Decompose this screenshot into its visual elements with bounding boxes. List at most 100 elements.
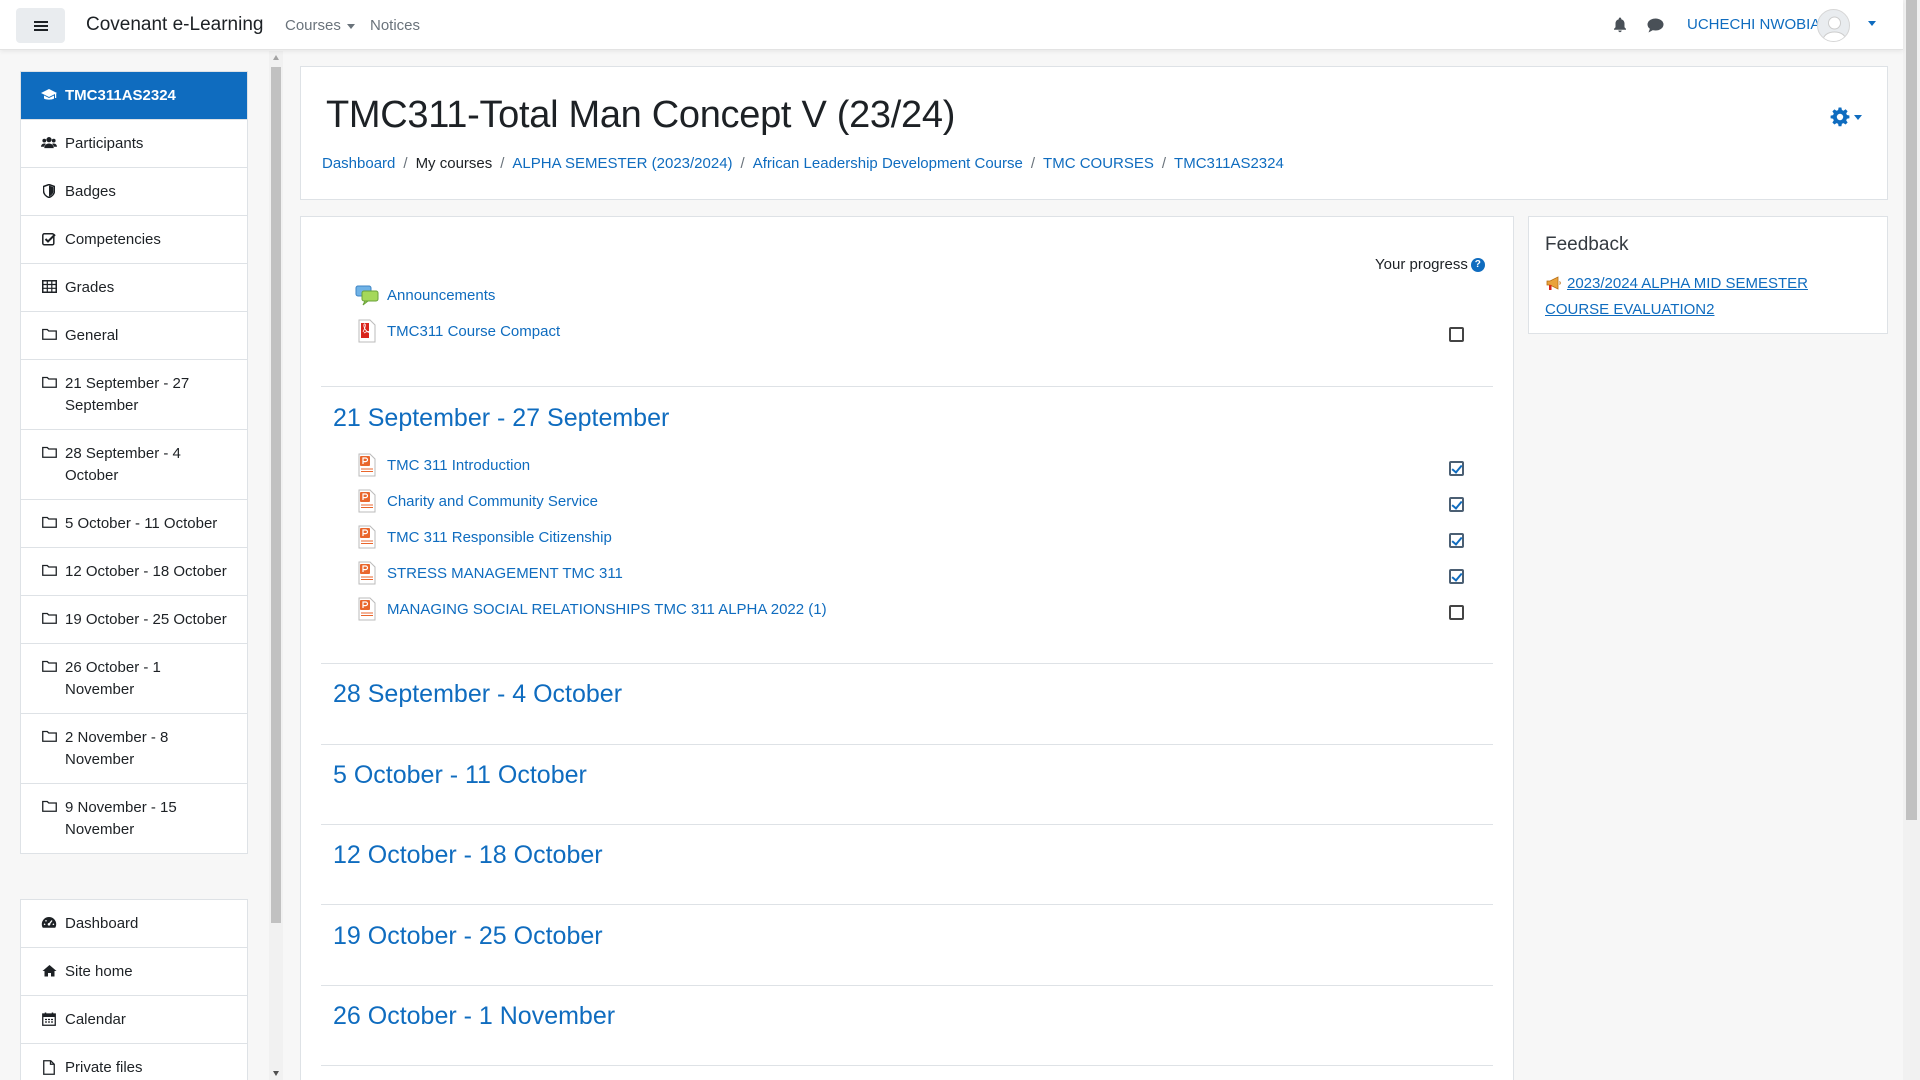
section-divider <box>321 824 1493 825</box>
activity-link[interactable]: TMC 311 Introduction <box>387 457 530 474</box>
activity-citizenship[interactable]: TMC 311 Responsible Citizenship <box>355 525 612 549</box>
drawer-item-calendar[interactable]: Calendar <box>21 996 247 1044</box>
folder-icon <box>41 800 57 812</box>
drawer-item-section-3[interactable]: 5 October - 11 October <box>21 500 247 548</box>
section-divider <box>321 904 1493 905</box>
messages-chat-icon[interactable] <box>1647 18 1664 37</box>
gear-icon <box>1830 107 1850 127</box>
completion-checkbox-charity[interactable] <box>1449 497 1464 512</box>
forum-icon <box>355 283 379 307</box>
completion-checkbox-social-relationships[interactable] <box>1449 605 1464 620</box>
drawer-toggle-button[interactable] <box>16 8 65 43</box>
breadcrumb-aldc[interactable]: African Leadership Development Course <box>753 155 1023 172</box>
notices-link[interactable]: Notices <box>370 17 420 34</box>
your-progress: Your progress ? <box>1375 256 1485 273</box>
home-icon <box>41 964 57 977</box>
completion-checkbox-course-compact[interactable] <box>1449 327 1464 342</box>
drawer-item-grades[interactable]: Grades <box>21 264 247 312</box>
course-actions-menu[interactable] <box>1830 107 1862 127</box>
activity-link[interactable]: TMC 311 Responsible Citizenship <box>387 529 612 546</box>
breadcrumb-separator: / <box>1161 155 1167 172</box>
check-square-icon <box>41 232 57 246</box>
user-menu-chevron-icon[interactable] <box>1868 21 1876 26</box>
drawer-scrollbar[interactable] <box>269 51 283 1080</box>
feedback-evaluation-link[interactable]: 2023/2024 ALPHA MID SEMESTER COURSE EVAL… <box>1545 275 1808 318</box>
activity-announcements[interactable]: Announcements <box>355 283 495 307</box>
activity-link[interactable]: Charity and Community Service <box>387 493 598 510</box>
breadcrumb-tmc-courses[interactable]: TMC COURSES <box>1043 155 1154 172</box>
drawer-item-label: Dashboard <box>65 915 139 932</box>
section-title-1[interactable]: 21 September - 27 September <box>333 404 669 433</box>
section-title-5[interactable]: 19 October - 25 October <box>333 922 603 951</box>
drawer-item-site-home[interactable]: Site home <box>21 948 247 996</box>
drawer-item-label: Private files <box>65 1059 143 1076</box>
section-title-3[interactable]: 5 October - 11 October <box>333 761 587 790</box>
page-scrollbar-thumb[interactable] <box>1906 0 1917 820</box>
drawer-item-label: 9 November - 15 November <box>65 799 177 838</box>
chevron-down-icon <box>1854 114 1862 120</box>
drawer-item-label: 28 September - 4 October <box>65 445 181 484</box>
file-icon <box>41 1060 57 1075</box>
site-brand-link[interactable]: Covenant e-Learning <box>86 14 263 36</box>
page-title: TMC311-Total Man Concept V (23/24) <box>326 94 956 136</box>
activity-link[interactable]: Announcements <box>387 287 495 304</box>
drawer-item-section-7[interactable]: 2 November - 8 November <box>21 714 247 784</box>
drawer-item-label: Competencies <box>65 231 161 248</box>
section-title-6[interactable]: 26 October - 1 November <box>333 1002 615 1031</box>
pdf-file-icon <box>355 319 379 343</box>
hamburger-icon <box>33 20 48 31</box>
breadcrumb-course[interactable]: TMC311AS2324 <box>1174 155 1284 172</box>
drawer-item-section-1[interactable]: 21 September - 27 September <box>21 360 247 430</box>
drawer-item-label: Badges <box>65 183 116 200</box>
activity-charity[interactable]: Charity and Community Service <box>355 489 598 513</box>
feedback-block-title: Feedback <box>1545 234 1629 255</box>
folder-icon <box>41 564 57 576</box>
completion-checkbox-citizenship[interactable] <box>1449 533 1464 548</box>
section-divider <box>321 663 1493 664</box>
completion-checkbox-stress-management[interactable] <box>1449 569 1464 584</box>
drawer-item-section-2[interactable]: 28 September - 4 October <box>21 430 247 500</box>
activity-link[interactable]: TMC311 Course Compact <box>387 323 560 340</box>
powerpoint-file-icon <box>355 453 379 477</box>
drawer-item-section-8[interactable]: 9 November - 15 November <box>21 784 247 853</box>
drawer-item-section-general[interactable]: General <box>21 312 247 360</box>
activity-social-relationships[interactable]: MANAGING SOCIAL RELATIONSHIPS TMC 311 AL… <box>355 597 827 621</box>
folder-icon <box>41 376 57 388</box>
user-avatar[interactable] <box>1817 9 1850 42</box>
notifications-bell-icon[interactable] <box>1613 17 1627 37</box>
activity-tmc-intro[interactable]: TMC 311 Introduction <box>355 453 530 477</box>
drawer-item-label: 12 October - 18 October <box>65 563 227 580</box>
drawer-scrollbar-thumb[interactable] <box>271 67 281 923</box>
drawer-item-participants[interactable]: Participants <box>21 120 247 168</box>
breadcrumb-semester[interactable]: ALPHA SEMESTER (2023/2024) <box>512 155 732 172</box>
calendar-icon <box>41 1012 57 1026</box>
activity-course-compact[interactable]: TMC311 Course Compact <box>355 319 560 343</box>
drawer-item-badges[interactable]: Badges <box>21 168 247 216</box>
breadcrumb-dashboard[interactable]: Dashboard <box>322 155 395 172</box>
drawer-item-dashboard[interactable]: Dashboard <box>21 900 247 948</box>
activity-link[interactable]: MANAGING SOCIAL RELATIONSHIPS TMC 311 AL… <box>387 601 827 618</box>
drawer-item-section-6[interactable]: 26 October - 1 November <box>21 644 247 714</box>
courses-menu[interactable]: Courses <box>285 17 355 34</box>
folder-icon <box>41 516 57 528</box>
drawer-item-section-5[interactable]: 19 October - 25 October <box>21 596 247 644</box>
drawer-item-competencies[interactable]: Competencies <box>21 216 247 264</box>
progress-label: Your progress <box>1375 256 1468 273</box>
section-title-4[interactable]: 12 October - 18 October <box>333 841 603 870</box>
completion-checkbox-tmc-intro[interactable] <box>1449 461 1464 476</box>
drawer-item-course-home[interactable]: TMC311AS2324 <box>21 72 247 120</box>
activity-stress-management[interactable]: STRESS MANAGEMENT TMC 311 <box>355 561 623 585</box>
feedback-block: Feedback 2023/2024 ALPHA MID SEMESTER CO… <box>1528 216 1888 334</box>
page-scrollbar[interactable] <box>1903 0 1920 1080</box>
drawer-item-section-4[interactable]: 12 October - 18 October <box>21 548 247 596</box>
folder-icon <box>41 730 57 742</box>
drawer-item-label: Calendar <box>65 1011 126 1028</box>
activity-link[interactable]: STRESS MANAGEMENT TMC 311 <box>387 565 623 582</box>
scroll-down-arrow-icon[interactable] <box>273 1071 279 1076</box>
user-menu-name[interactable]: UCHECHI NWOBIA <box>1687 16 1820 33</box>
help-icon[interactable]: ? <box>1470 257 1485 272</box>
powerpoint-file-icon <box>355 597 379 621</box>
drawer-item-private-files[interactable]: Private files <box>21 1044 247 1080</box>
section-title-2[interactable]: 28 September - 4 October <box>333 680 622 709</box>
scroll-up-arrow-icon[interactable] <box>273 55 279 60</box>
